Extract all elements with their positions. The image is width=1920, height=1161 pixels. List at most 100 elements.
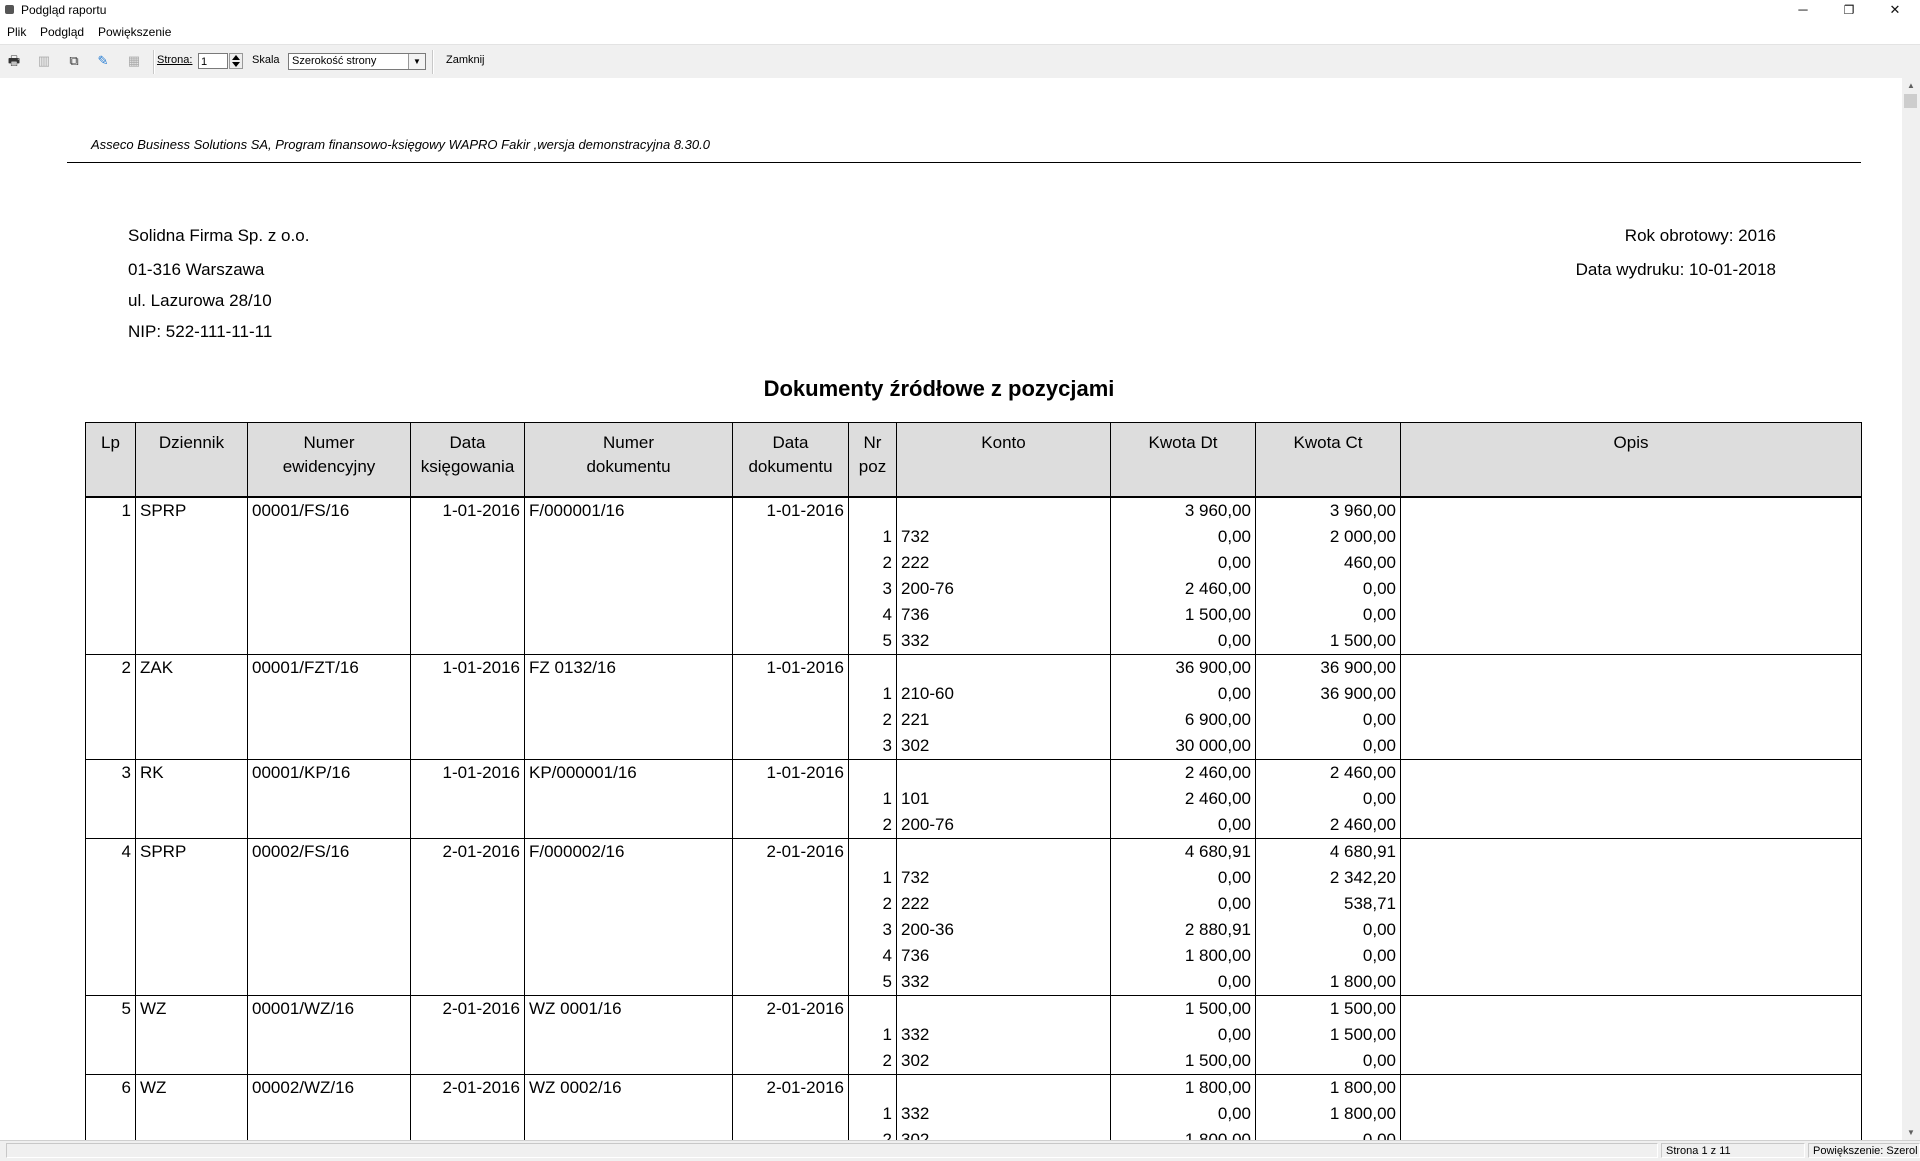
- position-nr-cell: 1: [848, 786, 897, 812]
- position-nr-cell: 3: [848, 733, 897, 760]
- doc-number-cell: F/000002/16: [524, 838, 733, 865]
- column-header-label: Konto: [981, 433, 1026, 452]
- scroll-down-icon[interactable]: ▼: [1902, 1128, 1920, 1137]
- vertical-scrollbar[interactable]: ▲ ▼: [1902, 78, 1920, 1140]
- table-cell: [524, 1048, 733, 1075]
- column-header: Nr poz: [848, 422, 897, 498]
- table-cell: [135, 786, 248, 812]
- debit-cell: 0,00: [1110, 628, 1256, 655]
- table-cell: [410, 917, 525, 943]
- position-nr-cell: 3: [848, 576, 897, 602]
- description-cell: [1400, 1127, 1862, 1140]
- table-row: 3 RK 00001/KP/16 1-01-2016 KP/000001/16 1-01-…: [85, 759, 1862, 786]
- table-cell: [135, 602, 248, 628]
- close-window-button[interactable]: ✕: [1872, 0, 1918, 22]
- table-cell: [135, 524, 248, 550]
- header-divider: [67, 162, 1861, 163]
- table-cell: [524, 1101, 733, 1127]
- table-cell: [410, 1127, 525, 1140]
- table-cell: [135, 1022, 248, 1048]
- debit-cell: 3 960,00: [1110, 496, 1256, 524]
- account-cell: 736: [896, 602, 1111, 628]
- table-cell: [85, 550, 136, 576]
- table-cell: [85, 628, 136, 655]
- scroll-thumb[interactable]: [1904, 94, 1917, 108]
- menu-powiekszenie[interactable]: Powiększenie: [98, 25, 171, 39]
- table-row: 2 222 0,00 460,00: [85, 550, 1862, 576]
- column-header: Opis: [1400, 422, 1862, 498]
- menu-plik[interactable]: Plik: [7, 25, 26, 39]
- table-cell: [135, 1127, 248, 1140]
- page-number-input[interactable]: 1: [198, 53, 228, 69]
- page-layout-icon[interactable]: ▥: [34, 52, 54, 70]
- fiscal-year: Rok obrotowy: 2016: [1624, 226, 1776, 245]
- debit-cell: 2 460,00: [1110, 786, 1256, 812]
- position-nr-cell: 4: [848, 602, 897, 628]
- journal-cell: SPRP: [135, 838, 248, 865]
- table-cell: [85, 865, 136, 891]
- table-row: 2 221 6 900,00 0,00: [85, 707, 1862, 733]
- account-cell: 222: [896, 891, 1111, 917]
- spin-up-icon[interactable]: [232, 55, 240, 60]
- spin-down-icon[interactable]: [232, 62, 240, 67]
- menu-podglad[interactable]: Podgląd: [40, 25, 84, 39]
- table-cell: [247, 812, 411, 839]
- credit-cell: 0,00: [1255, 1048, 1401, 1075]
- table-cell: [247, 1101, 411, 1127]
- position-nr-cell: [848, 496, 897, 524]
- export-icon[interactable]: ⧉: [64, 52, 84, 70]
- column-header-label: Data: [449, 433, 486, 452]
- description-cell: [1400, 550, 1862, 576]
- chevron-down-icon[interactable]: ▼: [408, 54, 425, 69]
- position-nr-cell: [848, 1074, 897, 1101]
- title-bar: Podgląd raportu ─ ❐ ✕: [0, 0, 1920, 22]
- credit-cell: 36 900,00: [1255, 681, 1401, 707]
- table-cell: [732, 576, 849, 602]
- column-header: Lp: [85, 422, 136, 498]
- doc-date-cell: 2-01-2016: [732, 995, 849, 1022]
- description-cell: [1400, 969, 1862, 996]
- scale-select[interactable]: Szerokość strony ▼: [288, 53, 426, 70]
- posting-date-cell: 2-01-2016: [410, 838, 525, 865]
- debit-cell: 0,00: [1110, 812, 1256, 839]
- table-row: 4 736 1 800,00 0,00: [85, 943, 1862, 969]
- journal-cell: WZ: [135, 1074, 248, 1101]
- table-cell: [247, 733, 411, 760]
- table-cell: [732, 550, 849, 576]
- close-report-button[interactable]: Zamknij: [446, 54, 485, 66]
- column-header: Kwota Dt: [1110, 422, 1256, 498]
- table-cell: [410, 602, 525, 628]
- table-cell: [524, 891, 733, 917]
- table-cell: [732, 602, 849, 628]
- description-cell: [1400, 576, 1862, 602]
- table-row: 2 222 0,00 538,71: [85, 891, 1862, 917]
- table-cell: [247, 1022, 411, 1048]
- format-icon[interactable]: ✎: [93, 52, 113, 70]
- scroll-up-icon[interactable]: ▲: [1902, 81, 1920, 90]
- toolbar-separator: [432, 50, 434, 74]
- table-cell: [732, 786, 849, 812]
- account-cell: 736: [896, 943, 1111, 969]
- minimize-button[interactable]: ─: [1780, 0, 1826, 22]
- credit-cell: 1 800,00: [1255, 1101, 1401, 1127]
- table-cell: [524, 628, 733, 655]
- account-cell: 332: [896, 969, 1111, 996]
- table-cell: [85, 576, 136, 602]
- position-nr-cell: 2: [848, 812, 897, 839]
- restore-button[interactable]: ❐: [1826, 0, 1872, 22]
- table-cell: [410, 707, 525, 733]
- description-cell: [1400, 654, 1862, 681]
- table-cell: [247, 865, 411, 891]
- page-spinner[interactable]: [229, 53, 243, 69]
- doc-number-cell: WZ 0002/16: [524, 1074, 733, 1101]
- thumbnails-icon[interactable]: ▦: [124, 52, 144, 70]
- table-cell: [410, 812, 525, 839]
- table-cell: [247, 681, 411, 707]
- debit-cell: 2 460,00: [1110, 759, 1256, 786]
- table-cell: [135, 1048, 248, 1075]
- table-cell: [135, 681, 248, 707]
- column-header-label: poz: [858, 457, 887, 476]
- debit-cell: 1 500,00: [1110, 602, 1256, 628]
- position-nr-cell: 2: [848, 1127, 897, 1140]
- print-icon[interactable]: 🖶: [4, 52, 24, 70]
